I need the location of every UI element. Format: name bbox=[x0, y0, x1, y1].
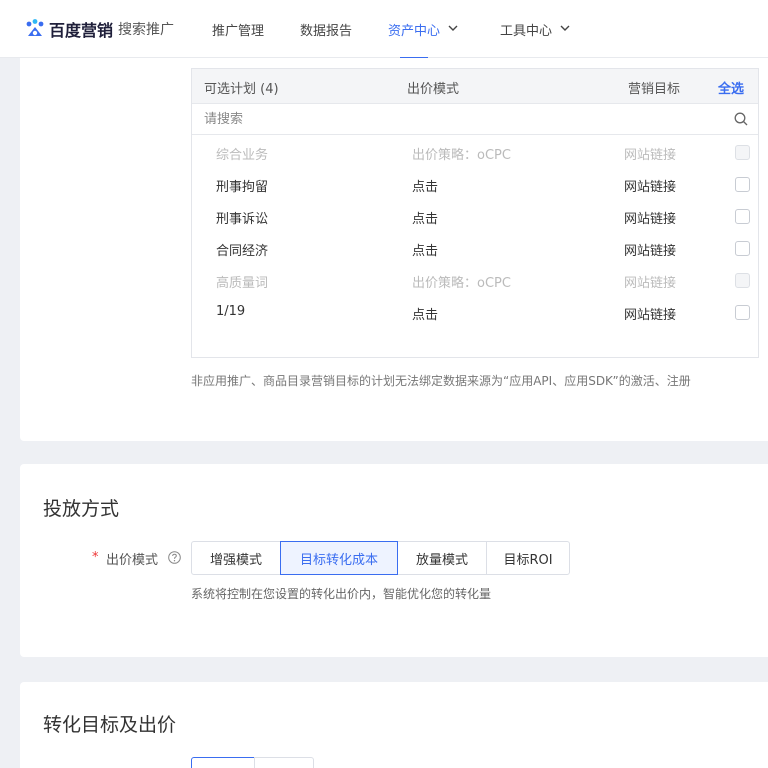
table-row: 综合业务 出价策略：oCPC 网站链接 bbox=[192, 137, 758, 169]
nav-label: 工具中心 bbox=[500, 23, 553, 39]
nav-data-report[interactable]: 数据报告 bbox=[300, 0, 352, 58]
plan-goal: 网站链接 bbox=[624, 212, 677, 227]
row-checkbox[interactable] bbox=[735, 241, 750, 256]
plan-name: 1/19 bbox=[216, 304, 246, 319]
conversion-option-2[interactable] bbox=[254, 757, 314, 768]
row-checkbox[interactable] bbox=[735, 305, 750, 320]
table-row: 高质量词 出价策略：oCPC 网站链接 bbox=[192, 265, 758, 297]
bid-mode-label: 出价模式 bbox=[106, 553, 159, 568]
nav-label: 推广管理 bbox=[212, 23, 265, 39]
table-row[interactable]: 刑事拘留 点击 网站链接 bbox=[192, 169, 758, 201]
bid-option-label: 目标转化成本 bbox=[299, 552, 378, 568]
section-title-conversion: 转化目标及出价 bbox=[43, 714, 177, 736]
brand-subtitle: 搜索推广 bbox=[118, 21, 175, 38]
row-checkbox[interactable] bbox=[735, 209, 750, 224]
plan-name: 高质量词 bbox=[216, 276, 269, 291]
top-nav: 百度营销 搜索推广 推广管理 数据报告 资产中心 工具中心 bbox=[0, 0, 768, 59]
help-icon[interactable] bbox=[168, 551, 181, 564]
plan-name: 刑事拘留 bbox=[216, 180, 269, 195]
row-checkbox[interactable] bbox=[735, 177, 750, 192]
bid-option-label: 目标ROI bbox=[503, 552, 553, 568]
section-title-delivery: 投放方式 bbox=[43, 498, 120, 520]
required-mark: * bbox=[92, 550, 99, 565]
nav-asset-center[interactable]: 资产中心 bbox=[388, 0, 458, 59]
plan-goal: 网站链接 bbox=[624, 180, 677, 195]
row-checkbox bbox=[735, 145, 750, 160]
bid-option-target-cpa[interactable]: 目标转化成本 bbox=[280, 541, 398, 575]
row-checkbox bbox=[735, 273, 750, 288]
plan-goal: 网站链接 bbox=[624, 308, 677, 323]
plan-name: 刑事诉讼 bbox=[216, 212, 269, 227]
conversion-field-label bbox=[100, 758, 180, 768]
plan-bid: 出价策略：oCPC bbox=[412, 276, 511, 291]
table-row[interactable]: 刑事诉讼 点击 网站链接 bbox=[192, 201, 758, 233]
nav-label: 资产中心 bbox=[388, 23, 441, 39]
plan-bid: 点击 bbox=[412, 180, 439, 195]
conversion-option-1[interactable] bbox=[191, 757, 255, 768]
binding-note: 非应用推广、商品目录营销目标的计划无法绑定数据来源为“应用API、应用SDK”的… bbox=[191, 374, 691, 388]
plan-goal: 网站链接 bbox=[624, 244, 677, 259]
plan-bid: 点击 bbox=[412, 244, 439, 259]
plan-goal: 网站链接 bbox=[624, 276, 677, 291]
nav-tool-center[interactable]: 工具中心 bbox=[500, 0, 570, 58]
bid-option-enhanced[interactable]: 增强模式 bbox=[191, 541, 281, 575]
table-row[interactable]: 1/19 点击 网站链接 bbox=[192, 297, 758, 329]
plan-goal: 网站链接 bbox=[624, 148, 677, 163]
plan-bid: 出价策略：oCPC bbox=[412, 148, 511, 163]
brand-logo[interactable]: 百度营销 搜索推广 bbox=[24, 17, 174, 41]
brand-name: 百度营销 bbox=[49, 20, 114, 40]
plan-bid: 点击 bbox=[412, 308, 439, 323]
bid-mode-hint: 系统将控制在您设置的转化出价内，智能优化您的转化量 bbox=[191, 587, 492, 601]
col-available-plans: 可选计划 (4) bbox=[204, 82, 279, 97]
bid-option-label: 增强模式 bbox=[209, 552, 262, 568]
plan-table: 可选计划 (4) 出价模式 营销目标 全选 综合业务 出价策略：oCPC 网站链… bbox=[191, 68, 759, 358]
search-icon[interactable] bbox=[734, 112, 748, 126]
baidu-paw-icon bbox=[26, 18, 44, 36]
plan-name: 合同经济 bbox=[216, 244, 269, 259]
nav-label: 数据报告 bbox=[300, 23, 353, 39]
table-row[interactable]: 合同经济 点击 网站链接 bbox=[192, 233, 758, 265]
col-bid-mode: 出价模式 bbox=[407, 82, 460, 97]
chevron-down-icon bbox=[560, 24, 570, 35]
plan-search-input[interactable] bbox=[192, 104, 722, 134]
plan-bid: 点击 bbox=[412, 212, 439, 227]
bid-option-volume[interactable]: 放量模式 bbox=[397, 541, 487, 575]
bid-option-label: 放量模式 bbox=[415, 552, 468, 568]
search-row bbox=[192, 104, 758, 135]
chevron-down-icon bbox=[448, 24, 458, 35]
bid-option-target-roi[interactable]: 目标ROI bbox=[486, 541, 570, 575]
col-marketing-goal: 营销目标 bbox=[628, 82, 681, 97]
select-all-link[interactable]: 全选 bbox=[718, 78, 744, 97]
plan-name: 综合业务 bbox=[216, 148, 269, 163]
nav-promotion-management[interactable]: 推广管理 bbox=[212, 0, 264, 58]
table-header: 可选计划 (4) 出价模式 营销目标 全选 bbox=[192, 69, 758, 104]
